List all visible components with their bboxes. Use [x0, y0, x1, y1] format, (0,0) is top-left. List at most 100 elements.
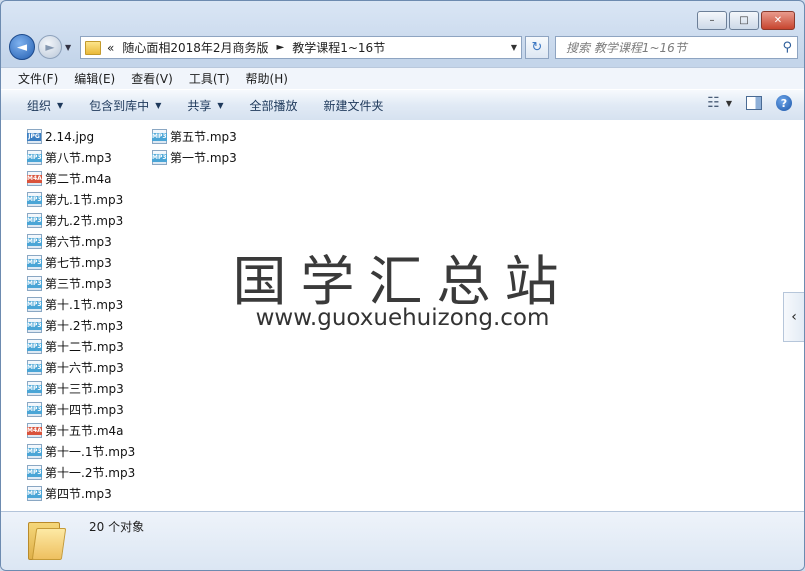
- file-item[interactable]: MP3 第十二节.mp3: [27, 336, 135, 357]
- navigation-buttons: ◄ ► ▼: [9, 34, 71, 60]
- search-icon[interactable]: ⚲: [782, 40, 792, 55]
- address-overflow[interactable]: «: [107, 41, 114, 55]
- breadcrumb-parent[interactable]: 随心面相2018年2月商务版: [122, 39, 268, 56]
- file-name: 第二节.m4a: [45, 172, 112, 186]
- breadcrumb-separator[interactable]: ►: [277, 42, 285, 53]
- mp3-file-icon: MP3: [27, 486, 42, 501]
- file-item[interactable]: MP3 第十一.1节.mp3: [27, 441, 135, 462]
- minimize-button[interactable]: –: [697, 11, 727, 30]
- file-item[interactable]: MP3 第八节.mp3: [27, 147, 135, 168]
- menu-view[interactable]: 查看(V): [123, 70, 181, 87]
- address-dropdown-icon[interactable]: ▼: [511, 43, 517, 52]
- help-icon[interactable]: ?: [776, 95, 792, 111]
- include-in-library-button[interactable]: 包含到库中 ▼: [77, 97, 175, 114]
- file-item[interactable]: M4A 第十五节.m4a: [27, 420, 135, 441]
- organize-button[interactable]: 组织 ▼: [1, 97, 77, 114]
- menu-file[interactable]: 文件(F): [1, 70, 66, 87]
- mp3-file-icon: MP3: [27, 402, 42, 417]
- file-name: 第六节.mp3: [45, 235, 112, 249]
- command-bar: 组织 ▼ 包含到库中 ▼ 共享 ▼ 全部播放 新建文件夹 ☷ ▼ ?: [1, 89, 804, 121]
- chevron-down-icon: ▼: [217, 100, 224, 110]
- mp3-file-icon: MP3: [152, 150, 167, 165]
- file-item[interactable]: MP3 第九.2节.mp3: [27, 210, 135, 231]
- menu-bar: 文件(F) 编辑(E) 查看(V) 工具(T) 帮助(H): [1, 67, 804, 89]
- item-count: 20 个对象: [89, 520, 145, 534]
- chevron-down-icon: ▼: [57, 100, 64, 110]
- close-button[interactable]: ✕: [761, 11, 795, 30]
- file-name: 第十.1节.mp3: [45, 298, 124, 312]
- file-column-1: JPG 2.14.jpg MP3 第八节.mp3 M4A 第二节.m4a MP3 第九.1节.…: [27, 126, 135, 504]
- mp3-file-icon: MP3: [27, 339, 42, 354]
- file-item[interactable]: MP3 第十.2节.mp3: [27, 315, 135, 336]
- include-library-label: 包含到库中: [89, 98, 150, 113]
- file-name: 第十六节.mp3: [45, 361, 124, 375]
- menu-edit[interactable]: 编辑(E): [66, 70, 123, 87]
- navigation-pane-toggle-icon[interactable]: ‹: [783, 292, 804, 342]
- file-name: 第十四节.mp3: [45, 403, 124, 417]
- file-name: 第十一.2节.mp3: [45, 466, 136, 480]
- mp3-file-icon: MP3: [27, 255, 42, 270]
- mp3-file-icon: MP3: [27, 297, 42, 312]
- mp3-file-icon: MP3: [27, 234, 42, 249]
- file-name: 第七节.mp3: [45, 256, 112, 270]
- file-name: 第十一.1节.mp3: [45, 445, 136, 459]
- mp3-file-icon: MP3: [27, 444, 42, 459]
- file-name: 第一节.mp3: [170, 151, 237, 165]
- mp3-file-icon: MP3: [27, 465, 42, 480]
- new-folder-label: 新建文件夹: [323, 98, 384, 113]
- file-item[interactable]: MP3 第十一.2节.mp3: [27, 462, 135, 483]
- file-item[interactable]: MP3 第七节.mp3: [27, 252, 135, 273]
- address-bar[interactable]: « 随心面相2018年2月商务版 ► 教学课程1~16节 ▼: [80, 36, 522, 59]
- maximize-button[interactable]: □: [729, 11, 759, 30]
- view-dropdown-icon[interactable]: ▼: [726, 99, 732, 108]
- file-item[interactable]: MP3 第五节.mp3: [152, 126, 237, 147]
- search-input[interactable]: [564, 39, 778, 56]
- file-name: 第八节.mp3: [45, 151, 112, 165]
- file-item[interactable]: MP3 第一节.mp3: [152, 147, 237, 168]
- play-all-button[interactable]: 全部播放: [238, 97, 312, 114]
- file-name: 第十.2节.mp3: [45, 319, 124, 333]
- new-folder-button[interactable]: 新建文件夹: [312, 97, 398, 114]
- file-item[interactable]: MP3 第十.1节.mp3: [27, 294, 135, 315]
- back-arrow-icon[interactable]: ◄: [9, 34, 35, 60]
- file-column-2: MP3 第五节.mp3 MP3 第一节.mp3: [152, 126, 237, 168]
- mp3-file-icon: MP3: [27, 276, 42, 291]
- forward-arrow-icon[interactable]: ►: [38, 35, 62, 59]
- mp3-file-icon: MP3: [27, 192, 42, 207]
- file-item[interactable]: M4A 第二节.m4a: [27, 168, 135, 189]
- file-name: 第十二节.mp3: [45, 340, 124, 354]
- refresh-icon[interactable]: ↻: [525, 36, 549, 59]
- m4a-file-icon: M4A: [27, 171, 42, 186]
- file-item[interactable]: MP3 第六节.mp3: [27, 231, 135, 252]
- breadcrumb-current[interactable]: 教学课程1~16节: [292, 39, 385, 56]
- preview-pane-icon[interactable]: [746, 96, 762, 110]
- file-item[interactable]: MP3 第四节.mp3: [27, 483, 135, 504]
- file-item[interactable]: MP3 第十六节.mp3: [27, 357, 135, 378]
- file-name: 第九.2节.mp3: [45, 214, 124, 228]
- folder-icon: [28, 518, 67, 560]
- mp3-file-icon: MP3: [152, 129, 167, 144]
- mp3-file-icon: MP3: [27, 213, 42, 228]
- file-name: 第五节.mp3: [170, 130, 237, 144]
- file-item[interactable]: MP3 第三节.mp3: [27, 273, 135, 294]
- caption-buttons: – □ ✕: [697, 11, 795, 30]
- menu-tools[interactable]: 工具(T): [181, 70, 238, 87]
- menu-help[interactable]: 帮助(H): [238, 70, 296, 87]
- recent-pages-dropdown-icon[interactable]: ▼: [65, 43, 71, 52]
- file-name: 第四节.mp3: [45, 487, 112, 501]
- file-item[interactable]: MP3 第九.1节.mp3: [27, 189, 135, 210]
- search-box[interactable]: ⚲: [555, 36, 798, 59]
- file-name: 第十三节.mp3: [45, 382, 124, 396]
- mp3-file-icon: MP3: [27, 150, 42, 165]
- change-view-icon[interactable]: ☷: [707, 95, 720, 111]
- jpg-file-icon: JPG: [27, 129, 42, 144]
- file-item[interactable]: MP3 第十三节.mp3: [27, 378, 135, 399]
- share-button[interactable]: 共享 ▼: [175, 97, 237, 114]
- m4a-file-icon: M4A: [27, 423, 42, 438]
- file-list-area[interactable]: 国学汇总站 www.guoxuehuizong.com JPG 2.14.jpg M…: [1, 120, 804, 511]
- chevron-down-icon: ▼: [155, 100, 162, 110]
- toolbar-right: ☷ ▼ ?: [707, 95, 792, 111]
- folder-icon: [85, 40, 101, 55]
- file-item[interactable]: MP3 第十四节.mp3: [27, 399, 135, 420]
- file-item[interactable]: JPG 2.14.jpg: [27, 126, 135, 147]
